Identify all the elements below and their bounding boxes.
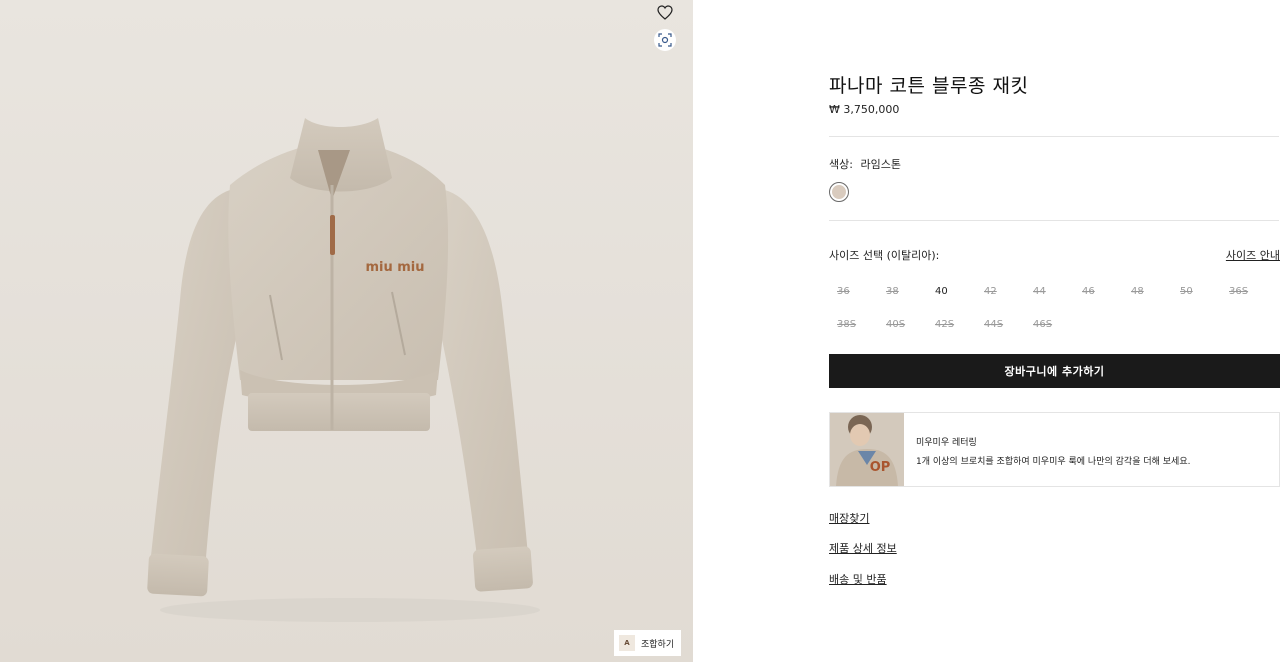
add-to-cart-button[interactable]: 장바구니에 추가하기: [829, 354, 1280, 388]
combine-label: 조합하기: [641, 639, 675, 650]
size-option-36s[interactable]: 36S: [1221, 281, 1270, 303]
color-label: 색상:: [829, 158, 853, 171]
size-option-40[interactable]: 40: [927, 281, 976, 303]
store-locator-link[interactable]: 매장찾기: [829, 510, 869, 526]
wishlist-button[interactable]: [654, 1, 676, 23]
product-image[interactable]: miu miu A 조합하기: [0, 0, 693, 662]
product-title: 파나마 코튼 블루종 재킷: [829, 75, 1029, 97]
size-option-48[interactable]: 48: [1123, 281, 1172, 303]
size-option-40s[interactable]: 40S: [878, 314, 927, 336]
promo-image: OP: [830, 413, 904, 486]
combine-button[interactable]: A 조합하기: [614, 630, 681, 656]
size-option-42s[interactable]: 42S: [927, 314, 976, 336]
color-swatch-limestone[interactable]: [829, 182, 849, 202]
size-option-44s[interactable]: 44S: [976, 314, 1025, 336]
size-option-46s[interactable]: 46S: [1025, 314, 1074, 336]
color-row: 색상: 라임스톤: [829, 156, 901, 172]
zoom-button[interactable]: [654, 29, 676, 51]
product-details-link[interactable]: 제품 상세 정보: [829, 540, 897, 556]
shipping-returns-link[interactable]: 배송 및 반품: [829, 571, 887, 587]
heart-outline-icon: [657, 4, 673, 20]
size-option-46[interactable]: 46: [1074, 281, 1123, 303]
color-value: 라임스톤: [860, 158, 901, 171]
size-guide-link[interactable]: 사이즈 안내: [1226, 247, 1280, 263]
lettering-promo[interactable]: OP 미우미우 레터링 1개 이상의 브로치를 조합하여 미우미우 룩에 나만의…: [829, 412, 1280, 487]
promo-text: 미우미우 레터링 1개 이상의 브로치를 조합하여 미우미우 룩에 나만의 감각…: [904, 413, 1190, 486]
promo-description: 1개 이상의 브로치를 조합하여 미우미우 룩에 나만의 감각을 더해 보세요.: [916, 457, 1191, 467]
divider: [829, 136, 1279, 137]
size-select-label: 사이즈 선택 (이탈리아):: [829, 249, 940, 262]
jacket-illustration: [147, 118, 540, 622]
size-option-36[interactable]: 36: [829, 281, 878, 303]
size-option-38s[interactable]: 38S: [829, 314, 878, 336]
size-option-50[interactable]: 50: [1172, 281, 1221, 303]
divider: [829, 220, 1279, 221]
zoom-scan-icon: [658, 33, 672, 47]
promo-title: 미우미우 레터링: [916, 438, 977, 448]
size-grid: 36 38 40 42 44 46 48 50 36S 38S 40S 42S 44S 46S: [829, 281, 1279, 336]
promo-image-text: OP: [870, 460, 891, 475]
product-details: 파나마 코튼 블루종 재킷 ₩ 3,750,000 색상: 라임스톤 사이즈 선…: [829, 0, 1280, 662]
combine-thumbnail: A: [619, 635, 635, 651]
product-price: ₩ 3,750,000: [829, 103, 900, 116]
size-option-44[interactable]: 44: [1025, 281, 1074, 303]
size-option-42[interactable]: 42: [976, 281, 1025, 303]
size-option-38[interactable]: 38: [878, 281, 927, 303]
